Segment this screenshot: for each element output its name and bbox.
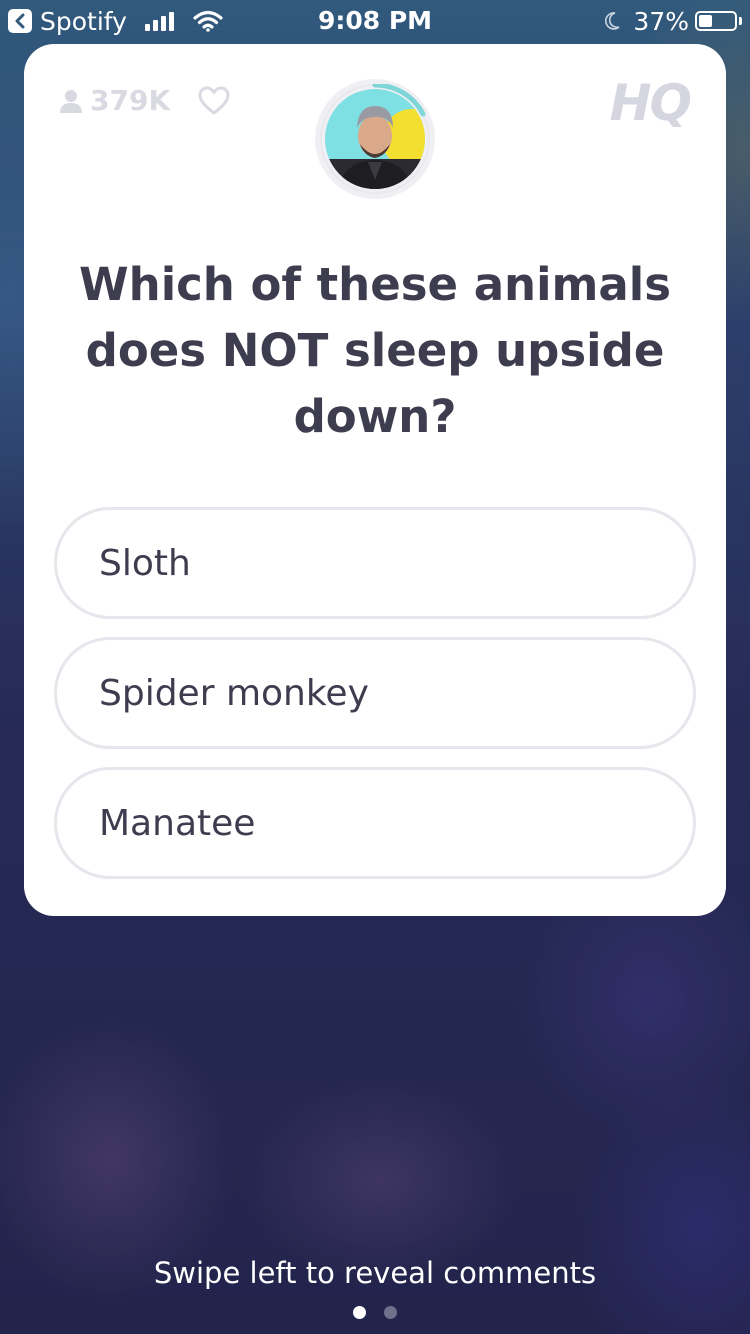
answer-option[interactable]: Sloth <box>54 507 696 619</box>
viewer-count-text: 379K <box>90 84 171 117</box>
answer-option-label: Manatee <box>99 802 256 844</box>
page-dot-active <box>353 1306 366 1319</box>
page-dot-inactive <box>384 1306 397 1319</box>
question-card: 379K HQ Which of these animals does NOT … <box>24 44 726 916</box>
status-bar-right: 37% <box>603 6 742 36</box>
viewer-count: 379K <box>60 84 170 117</box>
host-avatar-image <box>320 84 430 194</box>
answer-option-label: Sloth <box>99 542 191 584</box>
battery-cap <box>739 17 742 25</box>
heart-icon[interactable] <box>198 86 230 116</box>
answer-option-label: Spider monkey <box>99 672 369 714</box>
answer-option[interactable]: Spider monkey <box>54 637 696 749</box>
status-bar: Spotify 9:08 PM 37% <box>0 0 750 42</box>
answer-list: Sloth Spider monkey Manatee <box>54 507 696 897</box>
answer-option[interactable]: Manatee <box>54 767 696 879</box>
host-avatar <box>315 79 435 199</box>
hq-logo: HQ <box>609 74 692 132</box>
question-text: Which of these animals does NOT sleep up… <box>79 258 671 443</box>
battery-icon <box>695 11 737 31</box>
do-not-disturb-moon-icon <box>603 11 621 31</box>
battery-level-fill <box>699 15 712 27</box>
swipe-hint: Swipe left to reveal comments <box>153 1256 597 1290</box>
person-icon <box>60 89 82 113</box>
battery-percentage: 37% <box>633 6 689 36</box>
page-indicator[interactable] <box>0 1306 750 1319</box>
